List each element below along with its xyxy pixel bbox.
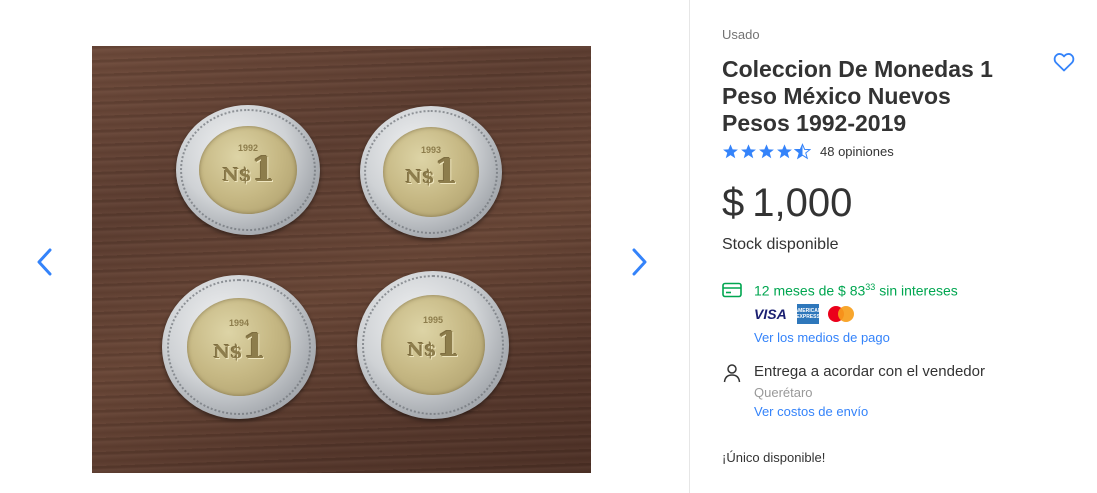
product-info: Usado Coleccion De Monedas 1 Peso México… (722, 0, 1082, 493)
star-icon (759, 144, 774, 159)
gallery-next-button[interactable] (628, 245, 652, 279)
coin-image: 1994 N$1 (162, 275, 316, 419)
mastercard-logo (826, 304, 856, 324)
installments-info: 12 meses de $ 8333 sin intereses (722, 282, 958, 299)
column-divider (689, 0, 690, 493)
installments-suffix: sin intereses (875, 282, 958, 299)
star-icon (741, 144, 756, 159)
coin-image: 1995 N$1 (357, 271, 509, 419)
coin-image: 1992 N$1 (176, 105, 320, 235)
product-rating[interactable]: 48 opiniones (722, 143, 894, 160)
credit-card-icon (722, 283, 742, 298)
visa-logo: VISA (754, 306, 787, 322)
amex-logo: AMERICAN EXPRESS (795, 304, 821, 324)
person-icon (723, 364, 741, 383)
stock-status: Stock disponible (722, 236, 839, 253)
product-title: Coleccion De Monedas 1 Peso México Nuevo… (722, 56, 993, 136)
payment-cards: VISA AMERICAN EXPRESS (754, 304, 856, 324)
installments-cents: 33 (865, 282, 876, 292)
coin-image: 1993 N$1 (360, 106, 502, 238)
star-icon (777, 144, 792, 159)
star-rating (722, 143, 811, 160)
image-gallery: 1992 N$1 1993 N$1 1994 N$1 1995 N$1 (0, 0, 690, 493)
reviews-count[interactable]: 48 opiniones (820, 144, 894, 159)
star-icon (723, 144, 738, 159)
price-currency: $ (722, 181, 745, 225)
shipping-info: Entrega a acordar con el vendedor (722, 363, 985, 383)
product-price: $ 1,000 (722, 181, 852, 226)
availability-text: ¡Único disponible! (722, 450, 826, 465)
chevron-left-icon (37, 248, 52, 276)
favorite-button[interactable] (1052, 50, 1076, 74)
product-photo[interactable]: 1992 N$1 1993 N$1 1994 N$1 1995 N$1 (92, 46, 591, 473)
chevron-right-icon (632, 248, 647, 276)
delivery-text: Entrega a acordar con el vendedor (754, 363, 985, 380)
payment-methods-link[interactable]: Ver los medios de pago (754, 330, 890, 345)
star-half-icon (794, 143, 811, 160)
heart-icon (1053, 53, 1075, 72)
shipping-costs-link[interactable]: Ver costos de envío (754, 404, 868, 419)
product-condition: Usado (722, 27, 760, 42)
seller-location: Querétaro (754, 385, 813, 400)
gallery-prev-button[interactable] (32, 245, 56, 279)
price-amount: 1,000 (752, 181, 853, 225)
installments-text: 12 meses de $ 83 (754, 282, 866, 299)
